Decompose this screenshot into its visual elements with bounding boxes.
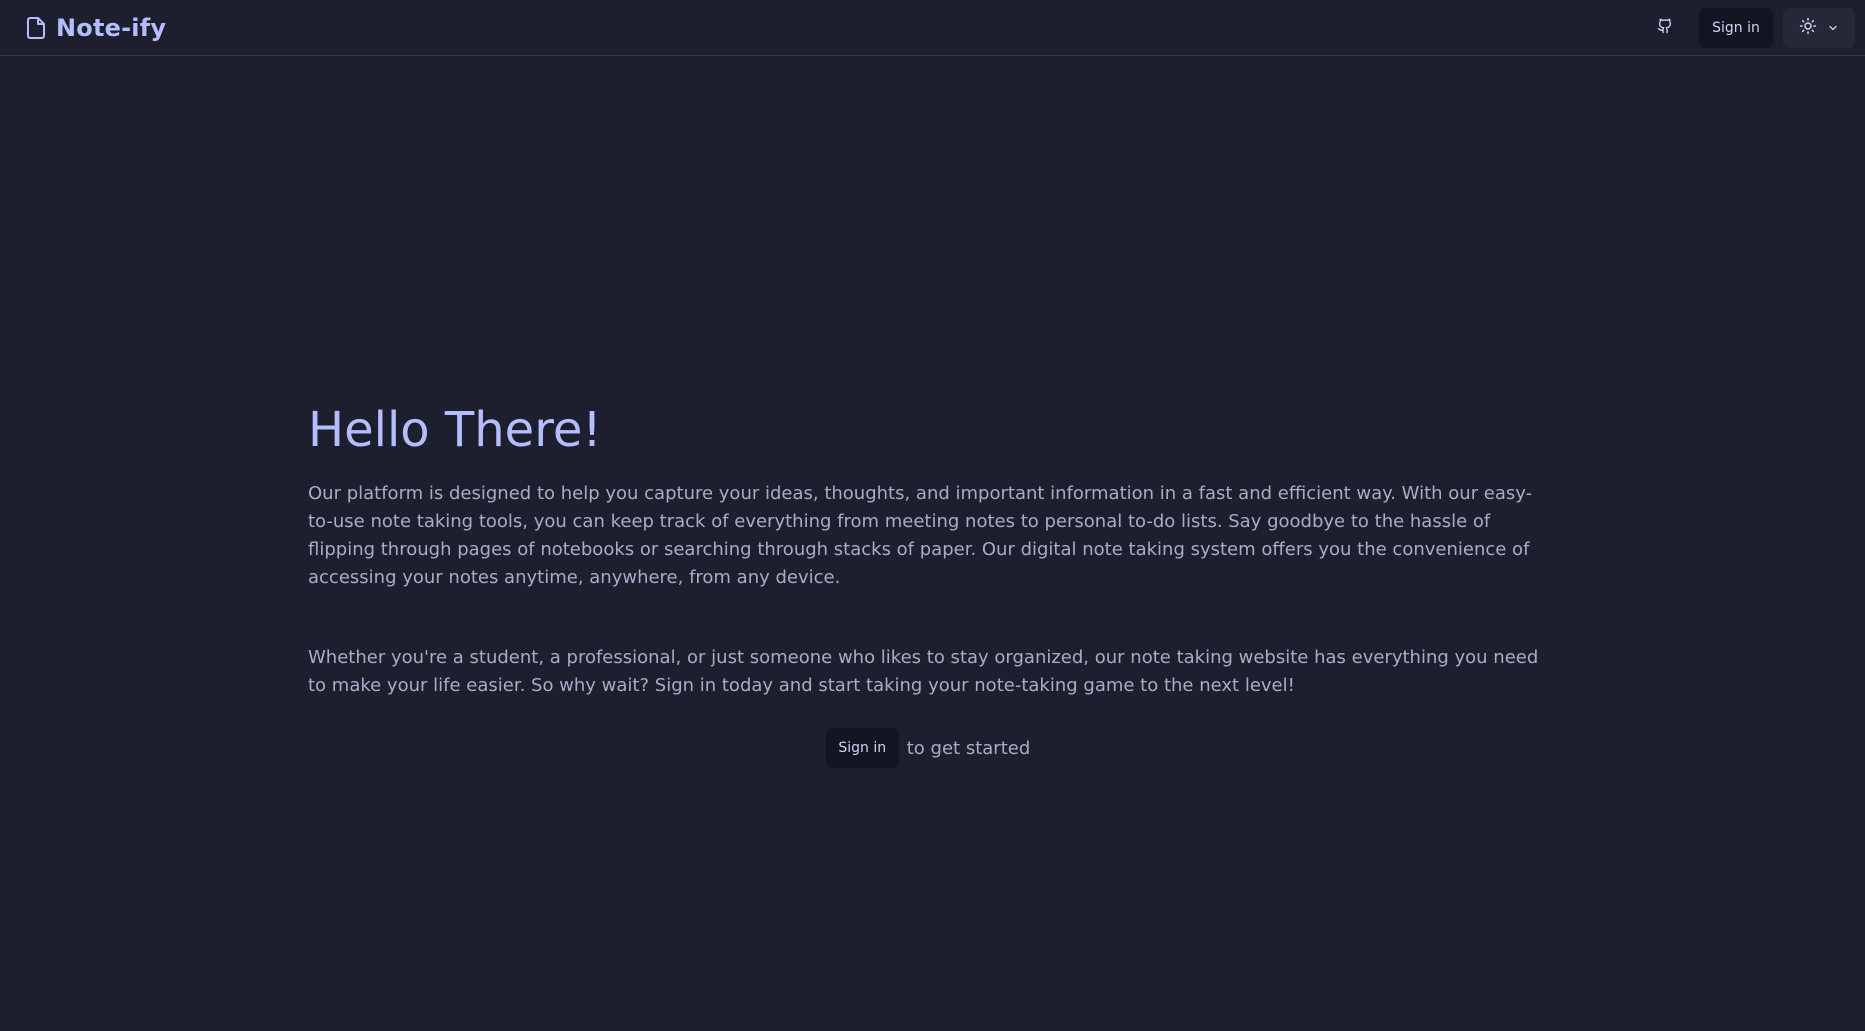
app-title: Note-ify — [56, 14, 167, 42]
github-icon — [1657, 18, 1673, 38]
github-button[interactable] — [1641, 8, 1689, 48]
hero-section: Hello There! Our platform is designed to… — [308, 400, 1548, 768]
cta-text: to get started — [906, 737, 1031, 759]
chevron-down-icon — [1827, 19, 1839, 38]
cta-signin-button[interactable]: Sign in — [825, 728, 899, 768]
brand-link[interactable]: Note-ify — [24, 12, 166, 44]
theme-toggle-button[interactable] — [1783, 8, 1855, 48]
navbar: Note-ify Sign in — [0, 0, 1865, 56]
file-icon — [24, 16, 48, 40]
motivation-paragraph: Whether you're a student, a professional… — [308, 647, 1539, 696]
nav-actions: Sign in — [1641, 8, 1855, 48]
sun-icon — [1799, 17, 1817, 39]
cta-row: Sign in to get started — [308, 728, 1548, 768]
intro-paragraph: Our platform is designed to help you cap… — [308, 483, 1533, 588]
hero-title: Hello There! — [308, 402, 602, 458]
nav-signin-button[interactable]: Sign in — [1699, 8, 1773, 48]
